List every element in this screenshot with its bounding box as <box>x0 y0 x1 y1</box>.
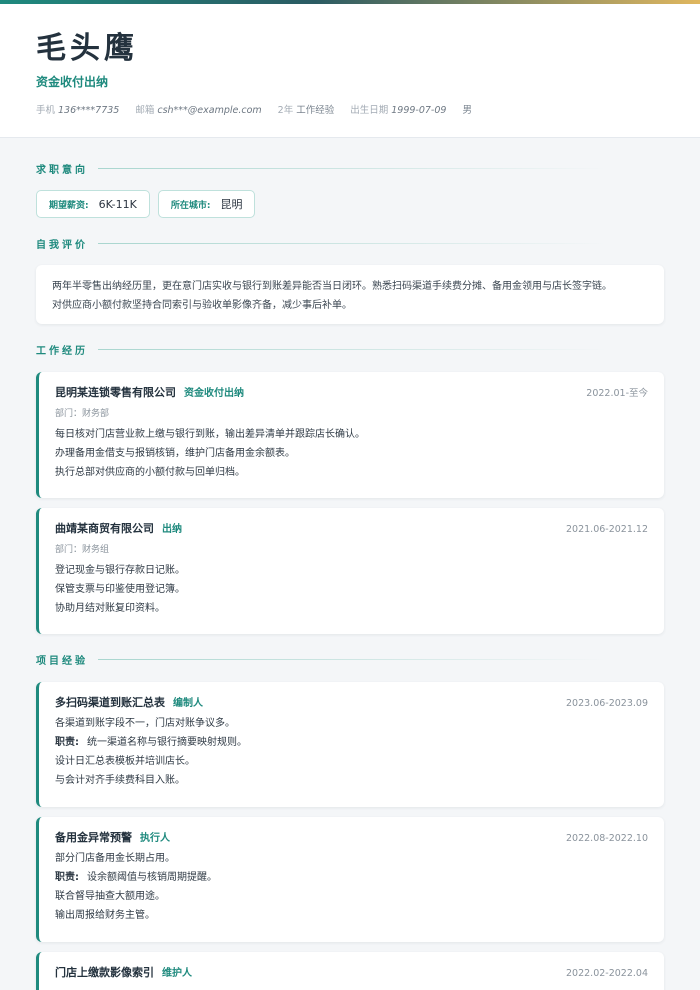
work-duty-line: 协助月结对账复印资料。 <box>55 603 165 614</box>
summary-line: 两年半零售出纳经历里，更在意门店实收与银行到账差异能否当日闭环。熟悉扫码渠道手续… <box>52 281 612 292</box>
project-role: 维护人 <box>162 968 192 979</box>
salary-chip: 期望薪资: 6K-11K <box>36 190 150 218</box>
project-line: 联合督导抽查大额用途。 <box>55 891 165 902</box>
work-role: 资金收付出纳 <box>184 388 244 399</box>
work-org: 曲靖某商贸有限公司 <box>55 522 154 535</box>
work-item: 曲靖某商贸有限公司 出纳 2021.06-2021.12 部门：财务组 登记现金… <box>36 508 664 634</box>
project-line: 设计日汇总表模板并培训店长。 <box>55 756 195 767</box>
project-duty: 职责: 统一渠道名称与银行摘要映射规则。 <box>55 737 247 748</box>
project-name: 多扫码渠道到账汇总表 <box>55 696 165 709</box>
contact-birth: 出生日期 1999-07-09 <box>350 105 447 116</box>
section-self-heading: 自我评价 <box>36 235 664 251</box>
contact-email: 邮箱 csh***@example.com <box>135 105 262 116</box>
work-duty-line: 办理备用金借支与报销核销，维护门店备用金余额表。 <box>55 448 295 459</box>
summary-line: 对供应商小额付款坚持合同索引与验收单影像齐备，减少事后补单。 <box>52 300 352 311</box>
work-duty-line: 每日核对门店营业款上缴与银行到账，输出差异清单并跟踪店长确认。 <box>55 429 365 440</box>
resume-header: 毛头鹰 资金收付出纳 手机 136****7735 邮箱 csh***@exampl… <box>0 4 700 138</box>
project-item: 门店上缴款影像索引 维护人 2022.02-2022.04 <box>36 952 664 990</box>
project-date: 2022.08-2022.10 <box>566 833 648 844</box>
project-item: 多扫码渠道到账汇总表 编制人 2023.06-2023.09 各渠道到账字段不一… <box>36 682 664 807</box>
city-chip: 所在城市: 昆明 <box>157 190 256 218</box>
section-divider <box>98 242 664 244</box>
project-date: 2023.06-2023.09 <box>566 698 648 709</box>
project-role: 编制人 <box>173 698 203 709</box>
project-name: 备用金异常预警 <box>55 831 132 844</box>
work-role: 出纳 <box>162 524 182 535</box>
project-desc: 部分门店备用金长期占用。 <box>55 853 175 864</box>
project-item: 备用金异常预警 执行人 2022.08-2022.10 部分门店备用金长期占用。… <box>36 817 664 942</box>
section-divider <box>98 348 664 350</box>
work-duty-line: 执行总部对供应商的小额付款与回单归档。 <box>55 467 245 478</box>
contact-gender: 男 <box>462 105 472 116</box>
work-date: 2022.01-至今 <box>586 388 648 399</box>
self-evaluation-card: 两年半零售出纳经历里，更在意门店实收与银行到账差异能否当日闭环。熟悉扫码渠道手续… <box>36 265 664 324</box>
work-duty-line: 登记现金与银行存款日记账。 <box>55 565 185 576</box>
candidate-title: 资金收付出纳 <box>36 75 109 89</box>
contact-phone: 手机 136****7735 <box>36 105 120 116</box>
work-date: 2021.06-2021.12 <box>566 524 648 535</box>
section-divider <box>98 167 664 169</box>
project-line: 与会计对齐手续费科目入账。 <box>55 775 185 786</box>
project-name: 门店上缴款影像索引 <box>55 966 154 979</box>
section-projects-heading: 项目经验 <box>36 651 664 667</box>
section-divider <box>98 658 664 660</box>
project-line: 输出周报给财务主管。 <box>55 910 155 921</box>
work-org: 昆明某连锁零售有限公司 <box>55 386 176 399</box>
project-role: 执行人 <box>140 833 170 844</box>
project-duty: 职责: 设余额阈值与核销周期提醒。 <box>55 872 217 883</box>
work-dept: 部门：财务部 <box>55 409 110 419</box>
candidate-name: 毛头鹰 <box>36 31 138 66</box>
project-date: 2022.02-2022.04 <box>566 968 648 979</box>
section-work-heading: 工作经历 <box>36 341 664 357</box>
contact-experience: 2年 工作经验 <box>277 105 335 116</box>
section-intent-heading: 求职意向 <box>36 160 664 176</box>
project-desc: 各渠道到账字段不一，门店对账争议多。 <box>55 718 235 729</box>
work-item: 昆明某连锁零售有限公司 资金收付出纳 2022.01-至今 部门：财务部 每日核… <box>36 372 664 498</box>
intent-chips: 期望薪资: 6K-11K 所在城市: 昆明 <box>36 190 664 218</box>
work-duty-line: 保管支票与印鉴使用登记簿。 <box>55 584 185 595</box>
work-dept: 部门：财务组 <box>55 545 110 555</box>
contact-row: 手机 136****7735 邮箱 csh***@example.com 2年 工作经… <box>36 104 664 118</box>
